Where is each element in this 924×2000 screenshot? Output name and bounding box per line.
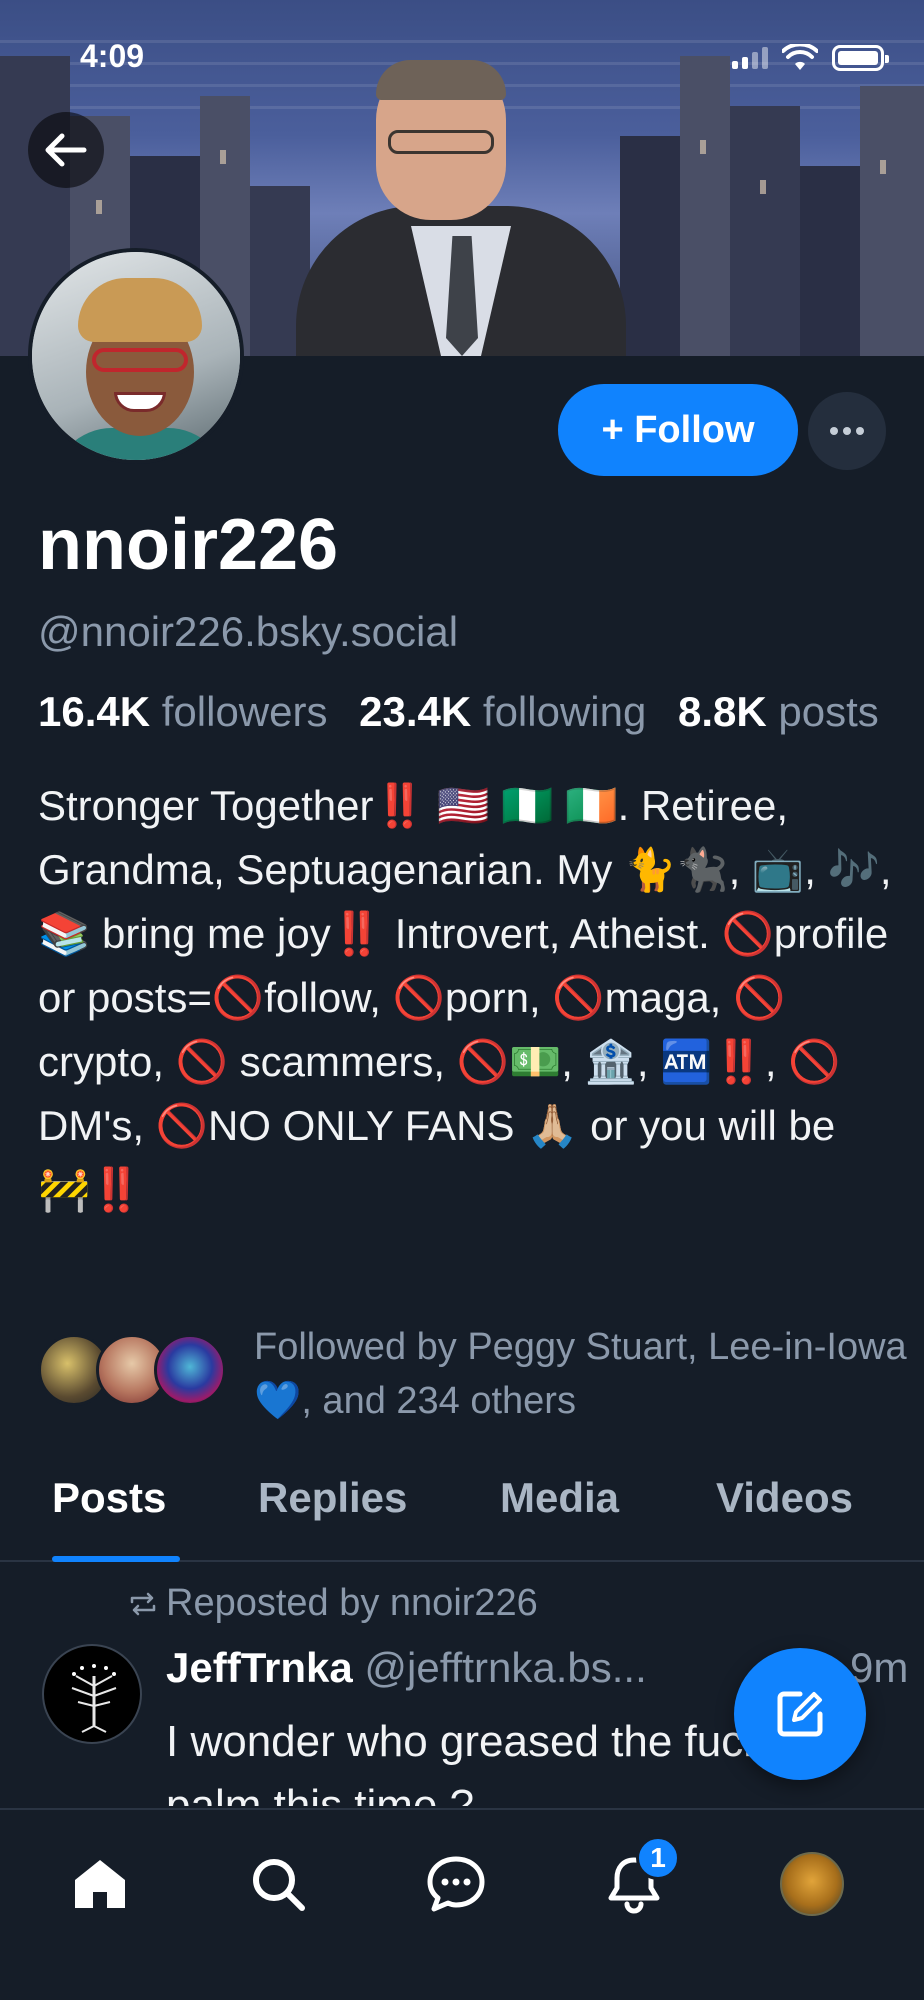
- home-icon: [75, 1860, 125, 1908]
- posts-count: 8.8K: [678, 688, 767, 735]
- posts-label: posts: [778, 688, 879, 735]
- repost-icon: [130, 1592, 156, 1615]
- search-icon: [253, 1859, 305, 1911]
- display-name: nnoir226: [38, 505, 339, 585]
- arrow-left-icon: [45, 133, 87, 167]
- following-count: 23.4K: [359, 688, 472, 735]
- more-options-button[interactable]: [808, 392, 886, 470]
- following-stat[interactable]: 23.4K following: [359, 688, 666, 735]
- following-label: following: [482, 688, 647, 735]
- user-avatar: [780, 1852, 844, 1916]
- active-tab-indicator: [52, 1556, 180, 1562]
- nav-profile[interactable]: [772, 1844, 852, 1924]
- tab-posts[interactable]: Posts: [52, 1474, 166, 1522]
- followed-by-row[interactable]: Followed by Peggy Stuart, Lee-in-Iowa 💙,…: [38, 1318, 907, 1428]
- banner-person-image: [296, 60, 626, 356]
- signal-icon: [732, 47, 768, 69]
- followers-count: 16.4K: [38, 688, 151, 735]
- repost-label: Reposted by nnoir226: [166, 1582, 538, 1624]
- followed-by-text: Followed by Peggy Stuart, Lee-in-Iowa 💙,…: [254, 1326, 907, 1422]
- status-icons: [732, 44, 889, 72]
- profile-stats: 16.4K followers 23.4K following 8.8K pos…: [38, 688, 924, 736]
- back-button[interactable]: [28, 112, 104, 188]
- compose-button[interactable]: [734, 1648, 866, 1780]
- repost-indicator[interactable]: Reposted by nnoir226: [128, 1582, 538, 1625]
- tab-media[interactable]: Media: [500, 1474, 619, 1522]
- nav-notifications[interactable]: 1: [594, 1836, 680, 1924]
- tab-replies[interactable]: Replies: [258, 1474, 407, 1522]
- wifi-icon: [782, 44, 818, 70]
- nav-home[interactable]: [60, 1844, 140, 1924]
- follow-label: + Follow: [601, 408, 755, 451]
- compose-icon: [777, 1691, 823, 1737]
- post-author-name[interactable]: JeffTrnka: [166, 1644, 353, 1691]
- profile-bio: Stronger Together‼️ 🇺🇸 🇳🇬 🇮🇪. Retiree, G…: [38, 782, 904, 1213]
- tab-videos[interactable]: Videos: [716, 1474, 853, 1522]
- white-tree-icon: [71, 1664, 117, 1733]
- post-header: JeffTrnka @jefftrnka.bs...: [166, 1644, 647, 1692]
- profile-tabs: Posts Replies Media Videos: [0, 1452, 924, 1562]
- follow-button[interactable]: + Follow: [558, 384, 798, 476]
- battery-icon: [832, 45, 889, 71]
- followers-stat[interactable]: 16.4K followers: [38, 688, 347, 735]
- follower-avatar: [154, 1334, 226, 1406]
- chat-bubble-icon: [427, 1856, 485, 1912]
- notification-badge: 1: [636, 1836, 680, 1880]
- nav-search[interactable]: [238, 1844, 318, 1924]
- nav-messages[interactable]: [416, 1844, 496, 1924]
- bottom-navigation: 1: [0, 1808, 924, 2000]
- profile-handle: @nnoir226.bsky.social: [38, 608, 459, 655]
- post-author-handle[interactable]: @jefftrnka.bs...: [364, 1644, 646, 1691]
- posts-stat: 8.8K posts: [678, 688, 899, 735]
- profile-avatar[interactable]: [28, 248, 244, 464]
- followers-label: followers: [161, 688, 328, 735]
- ellipsis-icon: [830, 427, 864, 435]
- status-time: 4:09: [80, 38, 145, 74]
- post-author-avatar[interactable]: [42, 1644, 142, 1744]
